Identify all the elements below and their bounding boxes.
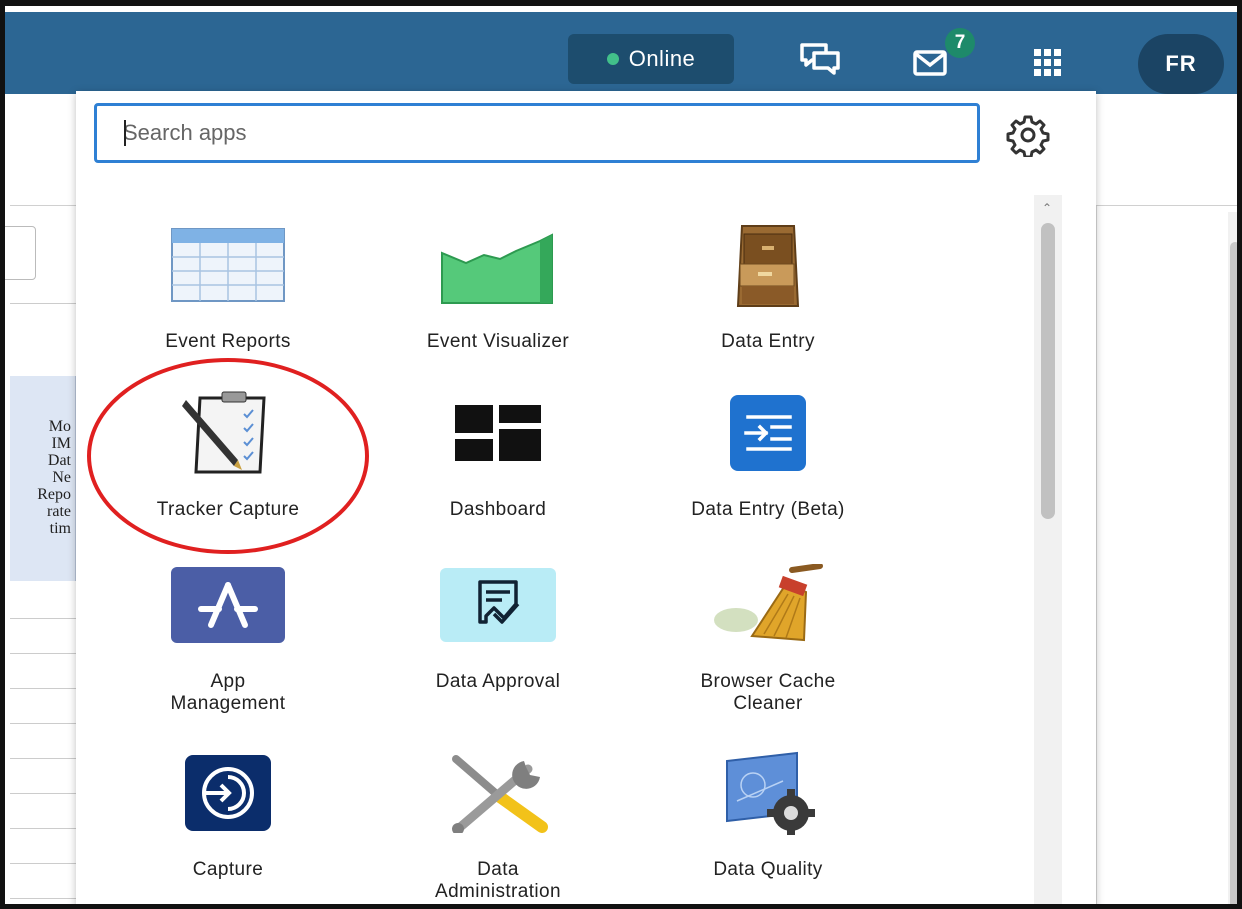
apps-menu-popup: Search apps Event Reports Event Visualiz… xyxy=(76,91,1096,904)
app-data-entry-beta[interactable]: Data Entry (Beta) xyxy=(658,383,878,521)
user-avatar[interactable]: FR xyxy=(1138,34,1224,94)
app-label: Tracker Capture xyxy=(156,499,300,520)
browser-cache-cleaner-icon xyxy=(714,564,823,642)
data-administration-icon xyxy=(452,755,548,833)
app-label: Browser Cache Cleaner xyxy=(700,671,836,714)
app-data-administration[interactable]: Data Administration xyxy=(388,743,608,903)
interpretations-chat-icon[interactable] xyxy=(798,42,842,78)
top-header-bar: Online 7 FR xyxy=(5,12,1237,94)
dashboard-icon xyxy=(455,405,541,461)
search-apps-input[interactable]: Search apps xyxy=(94,103,980,163)
app-event-visualizer[interactable]: Event Visualizer xyxy=(388,215,608,353)
app-label: Data Approval xyxy=(435,671,561,692)
capture-icon xyxy=(185,755,271,831)
scroll-up-arrow-icon[interactable]: ⌃ xyxy=(1042,201,1052,215)
app-dashboard[interactable]: Dashboard xyxy=(388,383,608,521)
background-input[interactable] xyxy=(5,226,36,280)
page-right-content xyxy=(1096,206,1237,904)
settings-gear-icon[interactable] xyxy=(1006,113,1050,157)
app-capture[interactable]: Capture xyxy=(118,743,338,881)
app-label: Dashboard xyxy=(449,499,547,520)
app-label: Event Visualizer xyxy=(426,331,570,352)
table-header-text: Mo IM Dat Ne Repo rate tim xyxy=(37,418,71,537)
app-tracker-capture[interactable]: Tracker Capture xyxy=(118,383,338,521)
app-data-approval[interactable]: Data Approval xyxy=(388,555,608,693)
apps-grid: Event Reports Event Visualizer Data Entr… xyxy=(76,199,1036,904)
online-status-label: Online xyxy=(628,46,696,71)
app-label: Data Quality xyxy=(713,859,823,880)
text-cursor xyxy=(124,120,126,146)
app-label: Event Reports xyxy=(165,331,291,352)
divider xyxy=(10,303,76,304)
table-header-cell: Mo IM Dat Ne Repo rate tim xyxy=(10,376,76,581)
app-label: Data Entry (Beta) xyxy=(691,499,845,520)
app-app-management[interactable]: App Management xyxy=(118,555,338,715)
app-label: App Management xyxy=(170,671,286,714)
scroll-down-arrow-icon[interactable]: ⌄ xyxy=(1042,901,1052,904)
online-status-badge[interactable]: Online xyxy=(568,34,734,84)
tracker-capture-icon xyxy=(182,391,266,474)
app-data-quality[interactable]: Data Quality xyxy=(658,743,878,881)
page-scrollbar[interactable] xyxy=(1228,212,1237,904)
screenshot-frame: Online 7 FR Mo IM Dat Ne Repo rate tim S… xyxy=(0,0,1242,909)
messages-count-badge: 7 xyxy=(945,28,975,58)
data-quality-icon xyxy=(726,751,815,835)
page-left-content: Mo IM Dat Ne Repo rate tim xyxy=(5,206,76,904)
data-entry-beta-icon xyxy=(730,395,806,471)
apps-scrollbar[interactable]: ⌃ ⌄ xyxy=(1034,195,1062,904)
app-label: Data Entry xyxy=(721,331,815,352)
apps-scrollbar-thumb[interactable] xyxy=(1041,223,1055,519)
app-label: Data Administration xyxy=(435,859,561,902)
search-placeholder: Search apps xyxy=(123,120,247,145)
event-visualizer-icon xyxy=(441,233,553,304)
data-approval-icon xyxy=(440,568,556,642)
online-dot-icon xyxy=(606,53,619,65)
messages-mail-icon[interactable] xyxy=(913,48,949,78)
event-reports-icon xyxy=(171,228,285,302)
app-data-entry[interactable]: Data Entry xyxy=(658,215,878,353)
apps-grid-icon[interactable] xyxy=(1033,48,1063,78)
data-entry-icon xyxy=(736,225,800,307)
app-browser-cache-cleaner[interactable]: Browser Cache Cleaner xyxy=(658,555,878,715)
app-management-icon xyxy=(171,567,285,643)
page-scrollbar-thumb[interactable] xyxy=(1230,242,1237,904)
app-label: Capture xyxy=(192,859,264,880)
app-event-reports[interactable]: Event Reports xyxy=(118,215,338,353)
